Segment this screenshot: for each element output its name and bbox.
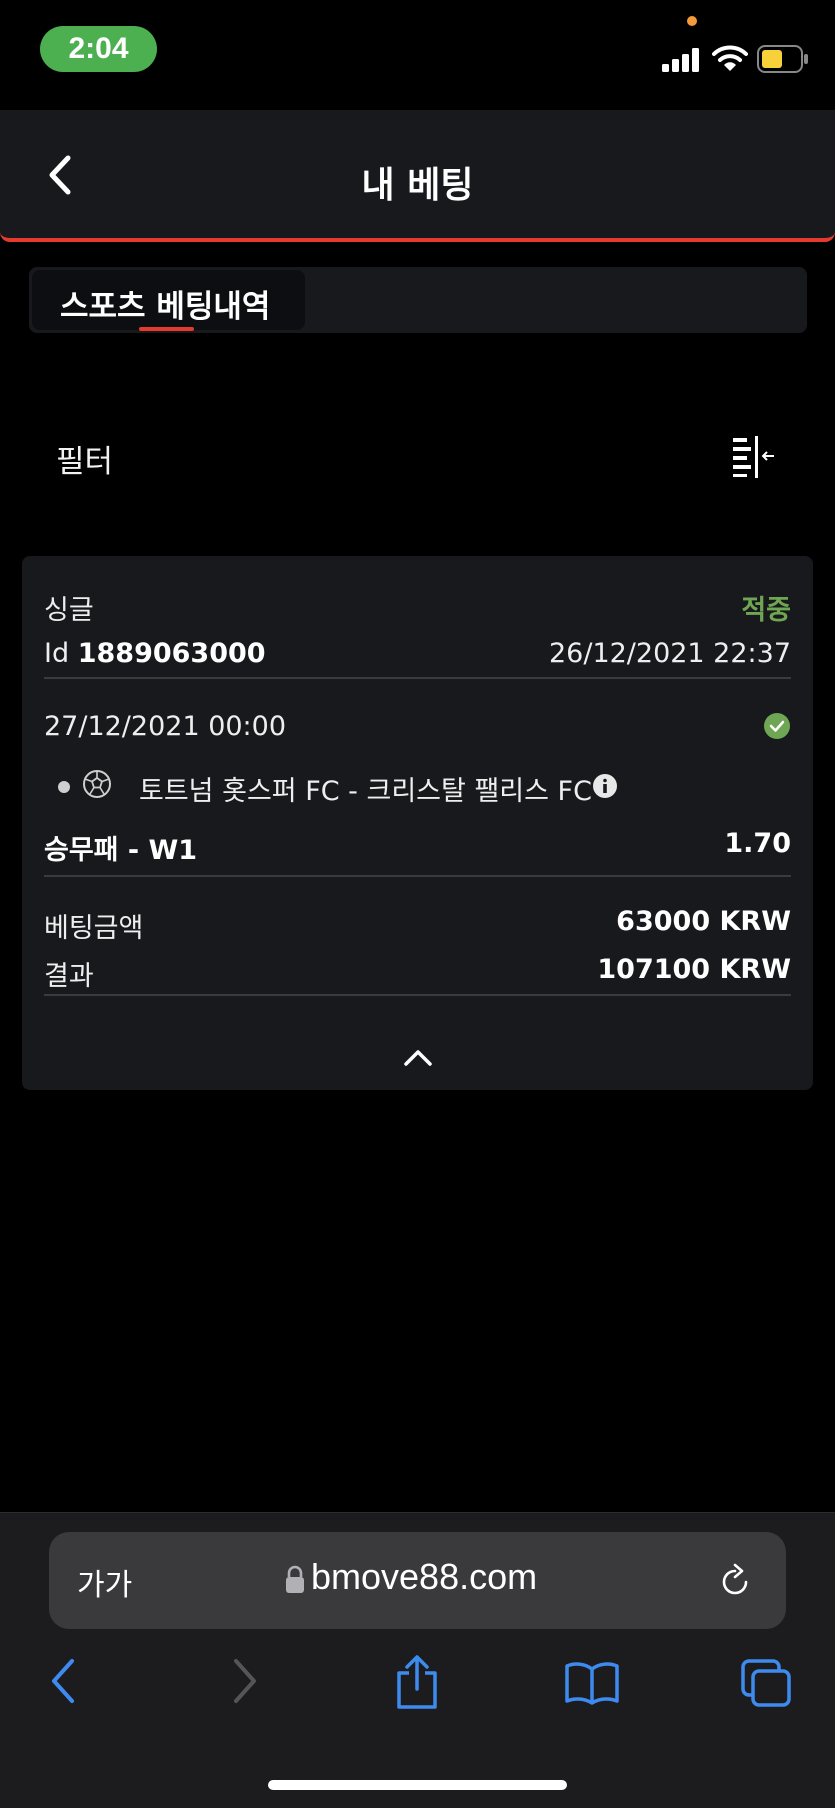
bet-card: 싱글 적중 Id 1889063000 26/12/2021 22:37 27/…: [22, 556, 813, 1090]
check-circle-icon: [764, 713, 790, 739]
address-bar[interactable]: 가가 bmove88.com: [49, 1532, 786, 1629]
result-amount: 107100 KRW: [597, 954, 791, 985]
bet-market: 승무패 - W1: [44, 835, 198, 866]
reload-icon[interactable]: [715, 1562, 755, 1602]
text-size-button[interactable]: 가가: [77, 1560, 132, 1604]
tab-label: 스포츠 베팅내역: [60, 289, 271, 325]
browser-forward-icon[interactable]: [230, 1657, 260, 1705]
status-time: 2:04: [40, 26, 157, 72]
divider: [44, 875, 791, 877]
cellular-signal-icon: [662, 48, 699, 72]
info-icon[interactable]: [592, 773, 618, 799]
active-tab-indicator: [139, 327, 194, 331]
wifi-icon: [712, 45, 748, 71]
mic-indicator-dot: [687, 16, 697, 26]
bet-id: Id 1889063000: [44, 638, 266, 669]
bullet-dot: [58, 781, 70, 793]
battery-icon: [757, 45, 808, 73]
status-bar: 2:04: [0, 0, 835, 110]
browser-toolbar: 가가 bmove88.com: [0, 1512, 835, 1808]
filter-toggle-icon[interactable]: [730, 434, 780, 478]
bet-status-badge: 적중: [741, 595, 791, 626]
bet-type: 싱글: [44, 595, 94, 626]
page-title: 내 베팅: [361, 165, 474, 206]
url-text: bmove88.com: [311, 1556, 538, 1597]
match-name: 토트넘 홋스퍼 FC - 크리스탈 팰리스 FC: [139, 776, 592, 807]
result-label: 결과: [44, 961, 94, 992]
soccer-ball-icon: [83, 770, 111, 798]
bookmarks-icon[interactable]: [564, 1661, 620, 1705]
stake-amount: 63000 KRW: [616, 906, 791, 937]
filter-label[interactable]: 필터: [56, 436, 113, 481]
event-date: 27/12/2021 00:00: [44, 711, 287, 742]
bet-odds: 1.70: [724, 828, 791, 859]
tab-sports-bet-history[interactable]: 스포츠 베팅내역: [32, 270, 305, 331]
chevron-up-icon[interactable]: [402, 1046, 434, 1068]
browser-back-icon[interactable]: [48, 1657, 78, 1705]
share-icon[interactable]: [393, 1655, 441, 1709]
bet-placed-time: 26/12/2021 22:37: [548, 638, 791, 669]
home-indicator: [268, 1780, 567, 1790]
stake-label: 베팅금액: [44, 913, 144, 944]
divider: [44, 677, 791, 679]
app-header: 내 베팅: [0, 110, 835, 242]
tabs-icon[interactable]: [740, 1658, 792, 1708]
lock-icon: [286, 1565, 304, 1593]
divider: [44, 994, 791, 996]
bet-history-tabs: 스포츠 베팅내역: [29, 267, 807, 333]
